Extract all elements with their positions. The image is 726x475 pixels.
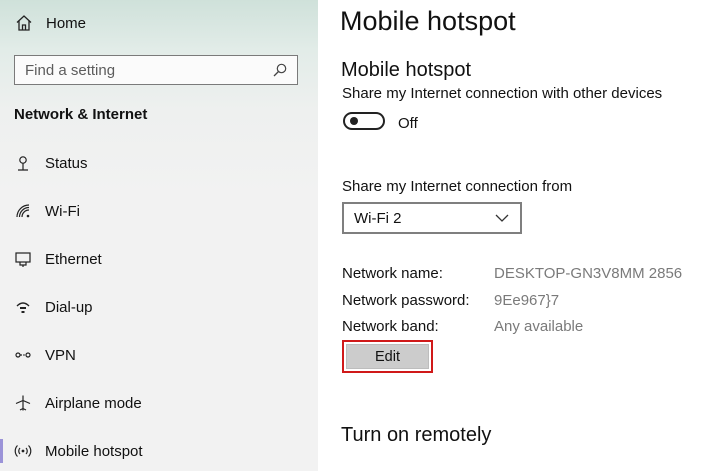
sidebar-item-dialup[interactable]: Dial-up	[0, 283, 318, 331]
hotspot-icon	[14, 442, 32, 460]
airplane-icon	[14, 394, 32, 412]
sidebar: Home Find a setting Network & Internet S…	[0, 0, 318, 471]
network-info: Network name: DESKTOP-GN3V8MM 2856 Netwo…	[342, 265, 682, 345]
sidebar-item-label: Airplane mode	[45, 394, 142, 412]
network-password-row: Network password: 9Ee967}7	[342, 292, 682, 319]
sidebar-item-status[interactable]: Status	[0, 139, 318, 187]
ethernet-icon	[14, 250, 32, 268]
hotspot-toggle[interactable]	[343, 112, 385, 130]
sidebar-item-label: VPN	[45, 346, 76, 364]
sidebar-item-label: Status	[45, 154, 88, 172]
dialup-icon	[14, 298, 32, 316]
search-input[interactable]: Find a setting	[14, 55, 298, 85]
home-label: Home	[46, 14, 87, 32]
status-icon	[14, 154, 32, 172]
network-band-value: Any available	[494, 318, 584, 335]
sidebar-item-mobile-hotspot[interactable]: Mobile hotspot	[0, 427, 318, 475]
main-content: Mobile hotspot Mobile hotspot Share my I…	[318, 0, 726, 471]
home-icon	[14, 13, 34, 33]
network-name-label: Network name:	[342, 265, 443, 282]
network-password-value: 9Ee967}7	[494, 291, 560, 309]
vpn-icon	[14, 346, 32, 364]
sidebar-item-label: Ethernet	[45, 250, 102, 268]
share-from-dropdown[interactable]: Wi-Fi 2	[342, 202, 522, 234]
sidebar-section-title: Network & Internet	[14, 106, 148, 123]
edit-button-highlight: Edit	[342, 340, 433, 373]
network-name-value: DESKTOP-GN3V8MM 2856	[494, 265, 683, 282]
turn-on-remotely-title: Turn on remotely	[341, 424, 492, 446]
network-password-label: Network password:	[342, 291, 470, 309]
edit-button[interactable]: Edit	[346, 344, 429, 369]
search-icon[interactable]	[269, 59, 291, 81]
share-from-value: Wi-Fi 2	[354, 209, 402, 227]
search-placeholder: Find a setting	[25, 61, 116, 79]
sidebar-item-ethernet[interactable]: Ethernet	[0, 235, 318, 283]
toggle-state-label: Off	[398, 115, 418, 132]
sidebar-item-vpn[interactable]: VPN	[0, 331, 318, 379]
chevron-down-icon	[492, 208, 512, 228]
sidebar-item-label: Wi-Fi	[45, 202, 80, 220]
sidebar-item-label: Dial-up	[45, 298, 93, 316]
sidebar-nav: Status Wi-Fi Ethernet Dial-up VPN Airpla…	[0, 139, 318, 475]
page-title: Mobile hotspot	[340, 6, 516, 36]
sidebar-item-label: Mobile hotspot	[45, 442, 143, 460]
share-from-label: Share my Internet connection from	[342, 178, 573, 195]
sidebar-item-airplane-mode[interactable]: Airplane mode	[0, 379, 318, 427]
wifi-icon	[14, 202, 32, 220]
home-link[interactable]: Home	[14, 10, 86, 36]
toggle-knob	[350, 117, 358, 125]
section-title: Mobile hotspot	[341, 59, 472, 81]
network-name-row: Network name: DESKTOP-GN3V8MM 2856	[342, 265, 682, 292]
share-description: Share my Internet connection with other …	[342, 85, 663, 102]
sidebar-item-wifi[interactable]: Wi-Fi	[0, 187, 318, 235]
